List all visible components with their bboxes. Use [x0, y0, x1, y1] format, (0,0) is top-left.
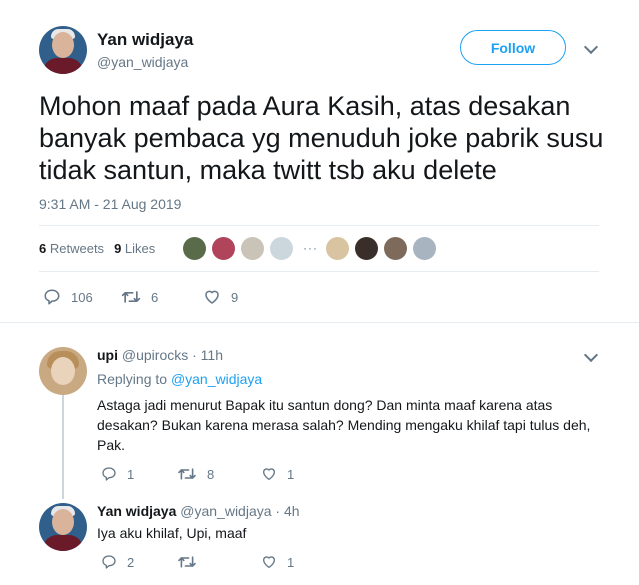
- likes-stat[interactable]: 9 Likes: [114, 241, 155, 256]
- author-name[interactable]: Yan widjaya: [97, 30, 193, 50]
- retweet-action[interactable]: 8: [177, 466, 214, 482]
- retweet-action[interactable]: [177, 554, 207, 570]
- chevron-down-icon[interactable]: [583, 39, 599, 55]
- retweets-stat[interactable]: 6 Retweets: [39, 241, 104, 256]
- reply-text: Astaga jadi menurut Bapak itu santun don…: [97, 397, 591, 453]
- like-icon: [205, 290, 219, 304]
- reply-icon: [102, 555, 116, 569]
- reply-author-handle[interactable]: @yan_widjaya: [180, 503, 271, 519]
- divider: [39, 271, 599, 272]
- chevron-down-icon[interactable]: [583, 347, 599, 363]
- reply-action[interactable]: 2: [101, 554, 134, 570]
- divider: [39, 225, 599, 226]
- reply-header: upi @upirocks · 11h: [97, 347, 223, 363]
- author-avatar[interactable]: [39, 26, 87, 74]
- liker-avatar[interactable]: [326, 237, 349, 260]
- reply-author-name[interactable]: upi: [97, 347, 118, 363]
- tweet-text: Mohon maaf pada Aura Kasih, atas desakan…: [39, 91, 604, 185]
- retweet-action[interactable]: 6: [121, 288, 158, 306]
- reply-avatar[interactable]: [39, 347, 87, 395]
- reply-icon: [44, 289, 60, 305]
- like-action[interactable]: 1: [261, 466, 294, 482]
- reply-avatar[interactable]: [39, 503, 87, 551]
- tweet-stats: 6 Retweets 9 Likes: [39, 241, 155, 256]
- liker-avatar[interactable]: [241, 237, 264, 260]
- thread-line: [62, 395, 64, 499]
- reply-action[interactable]: 1: [101, 466, 134, 482]
- liker-avatar[interactable]: [355, 237, 378, 260]
- liker-avatar[interactable]: [413, 237, 436, 260]
- replying-to-link[interactable]: @yan_widjaya: [171, 371, 262, 387]
- section-divider: [0, 322, 639, 323]
- reply-author-handle[interactable]: @upirocks: [122, 347, 188, 363]
- liker-avatar[interactable]: [183, 237, 206, 260]
- like-action[interactable]: 9: [203, 288, 238, 306]
- reply-header: Yan widjaya @yan_widjaya · 4h: [97, 503, 300, 519]
- reply-author-name[interactable]: Yan widjaya: [97, 503, 176, 519]
- replying-to: Replying to @yan_widjaya: [97, 371, 263, 387]
- retweet-icon: [178, 468, 196, 480]
- reply-time[interactable]: · 4h: [275, 503, 299, 519]
- like-icon: [263, 556, 275, 568]
- like-action[interactable]: 1: [261, 554, 294, 570]
- reply-action[interactable]: 106: [43, 288, 93, 306]
- like-icon: [263, 468, 275, 480]
- reply-icon: [102, 467, 116, 481]
- follow-button[interactable]: Follow: [460, 30, 566, 65]
- reply-text: Iya aku khilaf, Upi, maaf: [97, 525, 247, 541]
- main-tweet: Yan widjaya @yan_widjaya Follow Mohon ma…: [0, 0, 639, 322]
- retweet-icon: [178, 556, 196, 568]
- more-likers: ···: [303, 241, 318, 255]
- liker-avatar[interactable]: [212, 237, 235, 260]
- liker-avatar[interactable]: [384, 237, 407, 260]
- tweet-timestamp[interactable]: 9:31 AM - 21 Aug 2019: [39, 196, 181, 212]
- retweet-icon: [121, 291, 141, 303]
- liker-avatar[interactable]: [270, 237, 293, 260]
- author-handle[interactable]: @yan_widjaya: [97, 54, 188, 70]
- reply-time[interactable]: · 11h: [192, 347, 223, 363]
